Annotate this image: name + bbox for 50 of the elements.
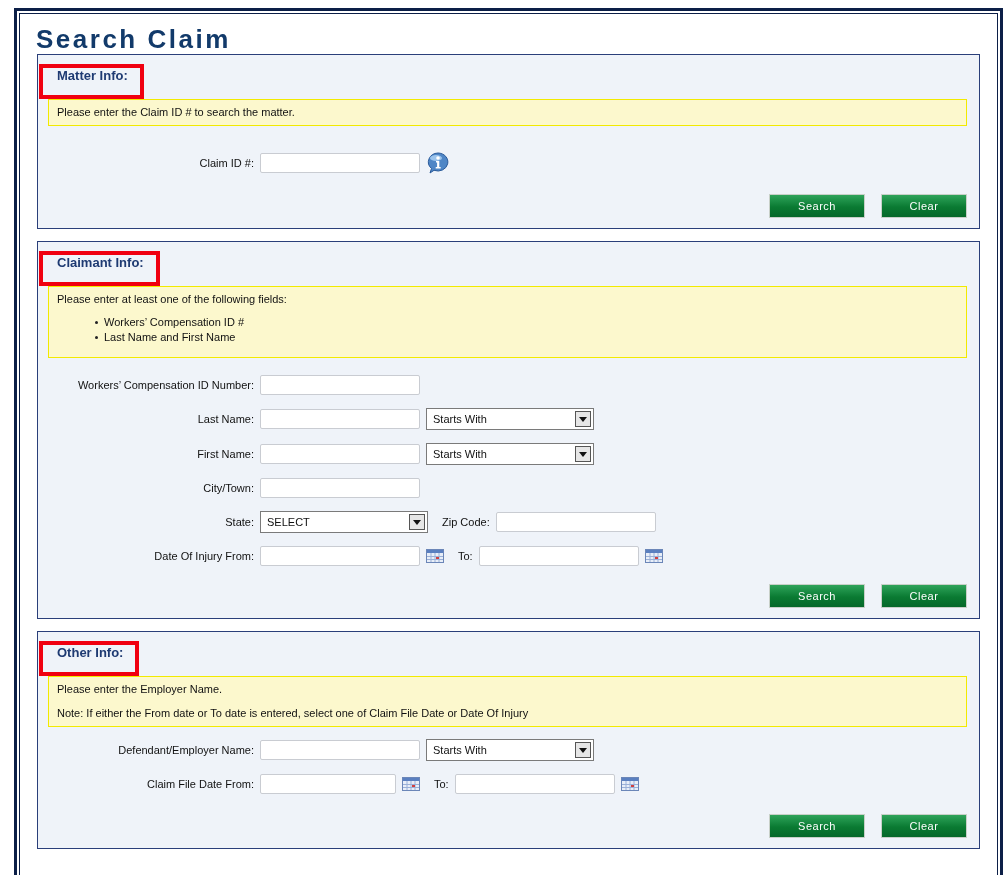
match-dropdown[interactable]: Starts With [426, 739, 594, 761]
match-dropdown[interactable]: Starts With [426, 443, 594, 465]
clear-button[interactable]: Clear [881, 194, 967, 218]
field-label: Zip Code: [442, 516, 490, 528]
field-label: Claim File Date From: [146, 778, 254, 790]
field-label: City/Town: [202, 482, 254, 494]
bullet-text: Last Name and First Name [104, 330, 236, 345]
text-field[interactable] [260, 153, 420, 173]
match-dropdown[interactable]: Starts With [426, 408, 594, 430]
calendar-icon[interactable] [402, 777, 420, 791]
text-field[interactable] [260, 409, 420, 429]
field-label: To: [434, 778, 449, 790]
notice-text: Please enter the Employer Name. [57, 683, 224, 695]
field-label: Last Name: [196, 413, 254, 425]
field-label: State: [224, 516, 254, 528]
notice-text: Please enter at least one of the following fields: [57, 293, 288, 305]
match-dropdown[interactable]: SELECT [260, 511, 428, 533]
page-title: Search Claim [36, 24, 232, 54]
search-button[interactable]: Search [769, 584, 865, 608]
calendar-icon[interactable] [426, 549, 444, 563]
field-label: Claim ID #: [198, 157, 254, 169]
text-field[interactable] [260, 444, 420, 464]
bullet-icon [95, 336, 98, 339]
date-field[interactable] [454, 774, 615, 794]
bullet-text: Workers’ Compensation ID # [104, 315, 244, 330]
field-label: Date Of Injury From: [153, 550, 254, 562]
field-label: To: [458, 550, 473, 562]
search-button[interactable]: Search [769, 814, 865, 838]
text-field[interactable] [260, 740, 420, 760]
date-field[interactable] [478, 546, 639, 566]
section-heading: Other Info: [39, 641, 140, 676]
field-label: Workers’ Compensation ID Number: [76, 379, 254, 391]
section-heading: Claimant Info: [39, 251, 160, 286]
bullet-icon [95, 321, 98, 324]
clear-button[interactable]: Clear [881, 814, 967, 838]
search-button[interactable]: Search [769, 194, 865, 218]
text-field[interactable] [260, 478, 420, 498]
text-field[interactable] [260, 375, 420, 395]
calendar-icon[interactable] [620, 777, 639, 791]
text-field[interactable] [495, 512, 656, 532]
info-icon[interactable] [426, 152, 450, 174]
field-label: Defendant/Employer Name: [117, 744, 254, 756]
date-field[interactable] [260, 546, 420, 566]
section-heading: Matter Info: [39, 64, 144, 99]
calendar-icon[interactable] [644, 549, 663, 563]
notice-text: Please enter the Claim ID # to search the matter. [57, 106, 296, 118]
notice-text: Note: If either the From date or To date is entered, select one of Claim File Date or Date Of Injury [57, 707, 530, 719]
clear-button[interactable]: Clear [881, 584, 967, 608]
date-field[interactable] [260, 774, 396, 794]
field-label: First Name: [196, 448, 254, 460]
